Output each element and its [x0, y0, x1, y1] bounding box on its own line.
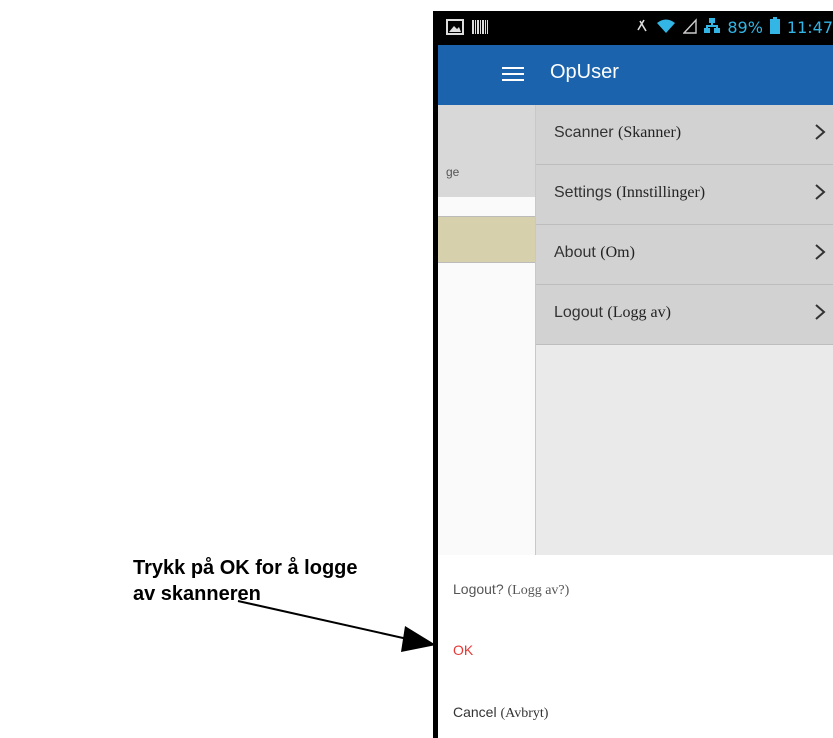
- callout-line-1: Trykk på OK for å logge: [133, 557, 358, 579]
- cancel-button[interactable]: Cancel (Avbryt): [453, 704, 548, 722]
- ok-button[interactable]: OK: [453, 642, 473, 658]
- menu-item-translation: (Om): [600, 244, 635, 261]
- background-highlight-row: [438, 216, 535, 263]
- battery-icon: [769, 17, 780, 38]
- menu-item-translation: (Logg av): [607, 304, 671, 321]
- mute-icon: [635, 18, 649, 38]
- background-text: ge: [446, 165, 460, 179]
- chevron-right-icon: [815, 124, 826, 140]
- chevron-right-icon: [815, 244, 826, 260]
- menu-item-label: About: [554, 244, 596, 261]
- menu-item-translation: (Skanner): [618, 124, 682, 141]
- menu-item-about[interactable]: About (Om): [536, 225, 833, 285]
- callout-line-2: av skanneren: [133, 583, 261, 605]
- cancel-translation: (Avbryt): [500, 706, 549, 721]
- dialog-title: Logout? (Logg av?): [453, 581, 569, 599]
- menu-item-label: Settings: [554, 184, 612, 201]
- network-icon: [704, 17, 721, 38]
- menu-item-label: Logout: [554, 304, 603, 321]
- phone-screen: 89% 11:47 OpUser ge Scanner (Skanner) Se…: [438, 11, 833, 738]
- callout-text: Trykk på OK for å logge av skanneren: [133, 555, 433, 607]
- chevron-right-icon: [815, 304, 826, 320]
- phone-frame: 89% 11:47 OpUser ge Scanner (Skanner) Se…: [433, 11, 833, 738]
- battery-percent: 89%: [727, 18, 763, 37]
- image-icon: [446, 19, 464, 39]
- chevron-right-icon: [815, 184, 826, 200]
- menu-item-translation: (Innstillinger): [616, 184, 706, 201]
- clock: 11:47: [786, 18, 833, 37]
- menu-icon[interactable]: [502, 63, 524, 87]
- menu-item-label: Scanner: [554, 124, 614, 141]
- background-card: ge: [438, 105, 535, 197]
- logout-dialog: Logout? (Logg av?) OK Cancel (Avbryt): [438, 555, 833, 738]
- wifi-icon: [656, 18, 676, 38]
- status-bar: 89% 11:47: [438, 11, 833, 45]
- app-title: OpUser: [550, 61, 619, 83]
- app-bar: OpUser: [438, 45, 833, 105]
- dialog-title-text: Logout?: [453, 581, 504, 597]
- barcode-icon: [472, 19, 488, 39]
- menu-item-settings[interactable]: Settings (Innstillinger): [536, 165, 833, 225]
- menu-item-scanner[interactable]: Scanner (Skanner): [536, 105, 833, 165]
- dialog-title-translation: (Logg av?): [507, 583, 570, 598]
- signal-icon: [682, 17, 698, 38]
- cancel-label: Cancel: [453, 704, 497, 720]
- menu-item-logout[interactable]: Logout (Logg av): [536, 285, 833, 345]
